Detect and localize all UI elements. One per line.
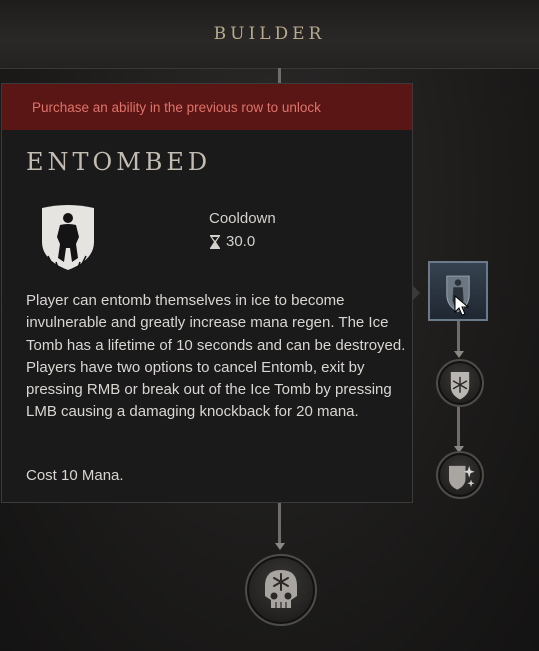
sparkle-shield-icon xyxy=(449,465,475,490)
lock-message: Purchase an ability in the previous row … xyxy=(32,100,321,115)
tooltip-pointer xyxy=(412,285,420,301)
cooldown-value-row: 30.0 xyxy=(209,233,255,250)
ability-tooltip: Purchase an ability in the previous row … xyxy=(1,83,413,503)
tree-connector xyxy=(278,68,281,84)
locked-banner: Purchase an ability in the previous row … xyxy=(2,84,412,130)
page-title: BUILDER xyxy=(213,24,326,44)
tree-arrow xyxy=(275,543,285,550)
entombed-figure-icon xyxy=(42,205,94,270)
cooldown-value: 30.0 xyxy=(226,233,256,250)
tree-connector xyxy=(278,503,281,543)
snowflake-shield-icon xyxy=(450,372,470,400)
hourglass-icon xyxy=(210,234,220,249)
tree-connector xyxy=(457,406,460,446)
ability-node-sparkle-shield[interactable] xyxy=(436,451,484,499)
tree-connector xyxy=(457,321,460,351)
ability-cost: Cost 10 Mana. xyxy=(26,467,124,484)
ability-node-frost-shield[interactable] xyxy=(436,359,484,407)
snowflake-skull-icon xyxy=(265,570,297,608)
cooldown-label: Cooldown xyxy=(209,210,276,227)
ability-description: Player can entomb themselves in ice to b… xyxy=(26,292,406,421)
header-bar: BUILDER xyxy=(0,0,539,69)
mouse-cursor-icon xyxy=(454,295,470,316)
tree-arrow xyxy=(454,351,464,358)
ability-node-frost-skull[interactable] xyxy=(245,554,317,626)
ability-name: ENTOMBED xyxy=(26,148,212,176)
